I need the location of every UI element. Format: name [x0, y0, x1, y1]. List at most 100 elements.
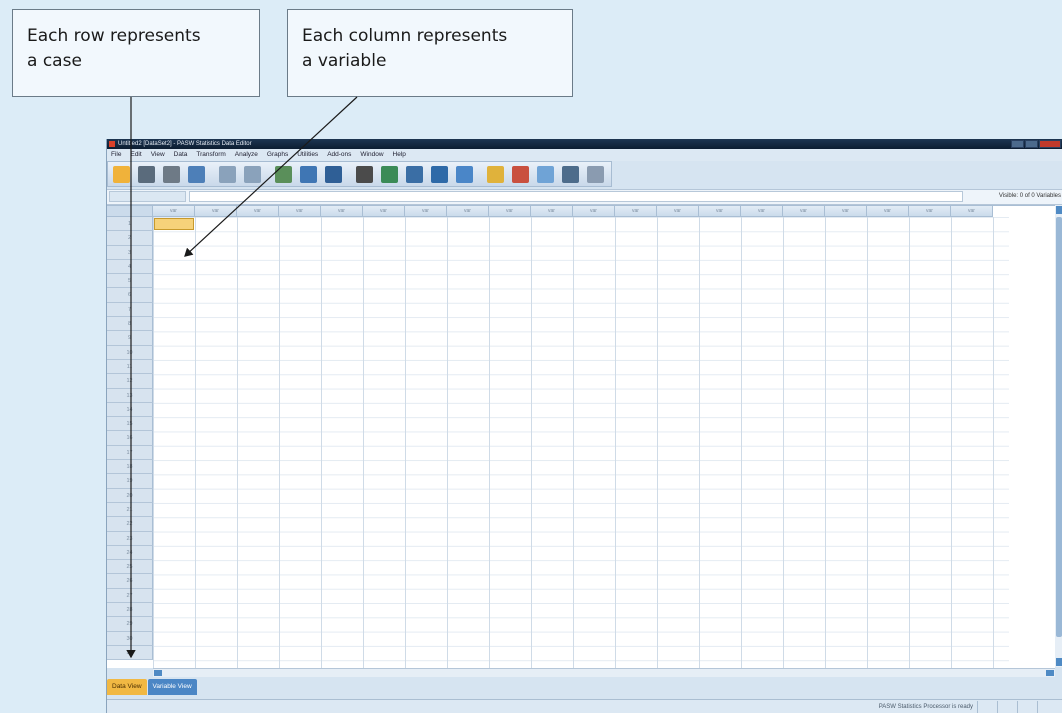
open-folder-icon[interactable]	[113, 166, 130, 183]
row-header[interactable]: 9	[107, 331, 153, 346]
dialog-recall-icon[interactable]	[188, 166, 205, 183]
value-labels-icon[interactable]	[512, 166, 529, 183]
goto-variable-icon[interactable]	[300, 166, 317, 183]
row-header[interactable]: 10	[107, 345, 153, 360]
row-header[interactable]: 15	[107, 417, 153, 432]
column-header[interactable]: var	[783, 206, 825, 217]
cell-reference-box[interactable]	[109, 191, 186, 202]
row-header[interactable]: 6	[107, 288, 153, 303]
menu-item-utilities[interactable]: Utilities	[297, 149, 318, 161]
row-header[interactable]: 12	[107, 374, 153, 389]
split-file-icon[interactable]	[431, 166, 448, 183]
column-header[interactable]: var	[279, 206, 321, 217]
menu-item-data[interactable]: Data	[174, 149, 188, 161]
vertical-scrollbar[interactable]	[1055, 205, 1062, 667]
redo-icon[interactable]	[244, 166, 261, 183]
grid-corner[interactable]	[107, 206, 153, 217]
maximize-button[interactable]	[1025, 140, 1038, 148]
row-header[interactable]: 22	[107, 517, 153, 532]
row-header[interactable]: 27	[107, 588, 153, 604]
use-variable-sets-icon[interactable]	[537, 166, 554, 183]
column-header[interactable]: var	[447, 206, 489, 217]
row-callout: Each row represents a case	[12, 9, 260, 97]
column-header[interactable]: var	[573, 206, 615, 217]
row-header[interactable]: 16	[107, 431, 153, 446]
scroll-right-arrow-icon[interactable]	[1046, 670, 1054, 676]
row-header[interactable]: 13	[107, 388, 153, 403]
column-header[interactable]: var	[321, 206, 363, 217]
menu-item-window[interactable]: Window	[360, 149, 383, 161]
insert-cases-icon[interactable]	[381, 166, 398, 183]
column-header[interactable]: var	[363, 206, 405, 217]
scroll-up-arrow-icon[interactable]	[1056, 206, 1062, 214]
row-header[interactable]: 14	[107, 402, 153, 418]
spelling-icon[interactable]	[587, 166, 604, 183]
row-header[interactable]: 24	[107, 545, 153, 561]
menu-item-analyze[interactable]: Analyze	[235, 149, 258, 161]
column-header[interactable]: var	[489, 206, 531, 217]
column-header[interactable]: var	[531, 206, 573, 217]
row-header[interactable]: 23	[107, 531, 153, 546]
column-header[interactable]: var	[951, 206, 993, 217]
active-cell[interactable]	[154, 218, 194, 230]
column-header[interactable]: var	[615, 206, 657, 217]
menu-item-edit[interactable]: Edit	[130, 149, 141, 161]
row-header[interactable]: 1	[107, 217, 153, 232]
select-cases-icon[interactable]	[487, 166, 504, 183]
menu-item-help[interactable]: Help	[393, 149, 406, 161]
row-header[interactable]: 26	[107, 574, 153, 589]
minimize-button[interactable]	[1011, 140, 1024, 148]
column-header[interactable]: var	[825, 206, 867, 217]
column-header[interactable]: var	[867, 206, 909, 217]
horizontal-scrollbar[interactable]	[153, 668, 1055, 677]
undo-icon[interactable]	[219, 166, 236, 183]
column-header[interactable]: var	[153, 206, 195, 217]
row-header[interactable]: 18	[107, 460, 153, 475]
menu-item-transform[interactable]: Transform	[196, 149, 225, 161]
insert-variable-icon[interactable]	[406, 166, 423, 183]
row-header[interactable]: 11	[107, 359, 153, 375]
vertical-scroll-thumb[interactable]	[1056, 217, 1062, 637]
row-header[interactable]: 5	[107, 274, 153, 289]
cell-value-field[interactable]	[189, 191, 963, 202]
menu-item-addons[interactable]: Add-ons	[327, 149, 351, 161]
row-header[interactable]: 17	[107, 445, 153, 461]
find-icon[interactable]	[356, 166, 373, 183]
row-header[interactable]: 31	[107, 645, 153, 661]
weight-cases-icon[interactable]	[456, 166, 473, 183]
row-header[interactable]: 30	[107, 631, 153, 646]
row-header[interactable]: 20	[107, 488, 153, 503]
column-header[interactable]: var	[405, 206, 447, 217]
menu-item-view[interactable]: View	[151, 149, 165, 161]
row-header[interactable]: 2	[107, 231, 153, 246]
scroll-down-arrow-icon[interactable]	[1056, 658, 1062, 666]
tab-variable-view[interactable]: Variable View	[147, 679, 197, 695]
menu-item-file[interactable]: File	[111, 149, 121, 161]
row-header[interactable]: 28	[107, 603, 153, 618]
goto-case-icon[interactable]	[275, 166, 292, 183]
row-header[interactable]: 29	[107, 617, 153, 632]
row-header[interactable]: 19	[107, 474, 153, 489]
tab-data-view[interactable]: Data View	[107, 679, 147, 695]
row-header[interactable]: 21	[107, 502, 153, 518]
column-header[interactable]: var	[699, 206, 741, 217]
column-header[interactable]: var	[195, 206, 237, 217]
grid-cells[interactable]	[153, 217, 1009, 668]
menu-item-graphs[interactable]: Graphs	[267, 149, 288, 161]
row-header[interactable]: 7	[107, 302, 153, 318]
close-button[interactable]	[1039, 140, 1061, 148]
column-header[interactable]: var	[237, 206, 279, 217]
scroll-left-arrow-icon[interactable]	[154, 670, 162, 676]
show-all-variables-icon[interactable]	[562, 166, 579, 183]
row-header[interactable]: 3	[107, 245, 153, 260]
variables-icon[interactable]	[325, 166, 342, 183]
visible-variables-count: Visible: 0 of 0 Variables	[998, 193, 1061, 199]
row-header[interactable]: 4	[107, 259, 153, 275]
row-header[interactable]: 8	[107, 317, 153, 332]
save-icon[interactable]	[138, 166, 155, 183]
column-header[interactable]: var	[909, 206, 951, 217]
print-icon[interactable]	[163, 166, 180, 183]
column-header[interactable]: var	[657, 206, 699, 217]
column-header[interactable]: var	[741, 206, 783, 217]
row-header[interactable]: 25	[107, 560, 153, 575]
